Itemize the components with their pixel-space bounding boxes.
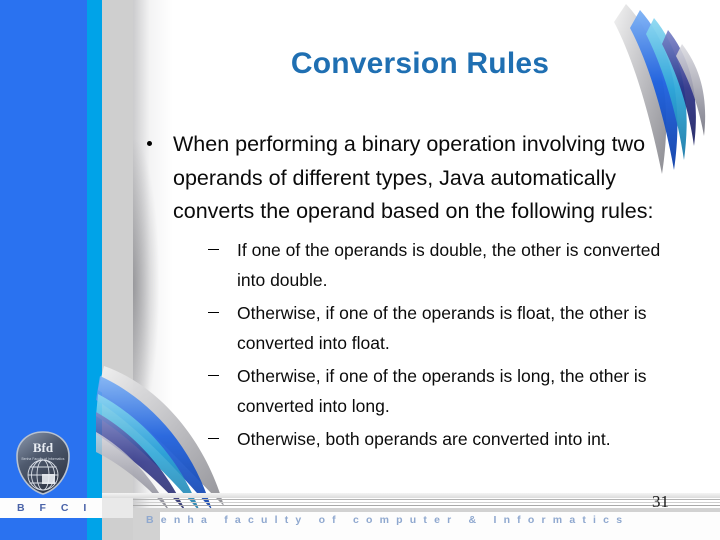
bullet-dot-icon [147, 141, 152, 146]
bullet-dash-icon [208, 437, 219, 440]
bullet-dash-icon [208, 248, 219, 251]
bullet-dash-icon [208, 374, 219, 377]
logo-caption-bar-tail [102, 498, 133, 518]
sub-bullet-text: Otherwise, if one of the operands is lon… [237, 365, 647, 416]
footer-text: Benha faculty of computer & Informatics [146, 514, 630, 526]
slide-title: Conversion Rules [290, 47, 550, 80]
logo-monogram: Bfd [33, 440, 54, 455]
sub-bullet-item: Otherwise, both operands are converted i… [205, 424, 673, 454]
slide-body: When performing a binary operation invol… [133, 128, 693, 460]
sub-bullet-item: Otherwise, if one of the operands is lon… [205, 361, 673, 421]
slide-canvas: Conversion Rules When performing a binar… [0, 0, 720, 540]
bullet-list-level1: When performing a binary operation invol… [133, 128, 693, 454]
sub-bullet-text: Otherwise, if one of the operands is flo… [237, 302, 647, 353]
sub-bullet-wrapper: If one of the operands is double, the ot… [205, 235, 673, 454]
footer-rule-2 [102, 502, 720, 503]
logo-caption-text: B F C I [17, 502, 93, 514]
bullet-item: When performing a binary operation invol… [133, 128, 673, 454]
footer-rule-3 [102, 505, 720, 506]
bullet-text: When performing a binary operation invol… [173, 132, 654, 223]
bullet-list-level2: If one of the operands is double, the ot… [205, 235, 673, 454]
page-number: 31 [652, 492, 669, 511]
sub-bullet-text: If one of the operands is double, the ot… [237, 239, 661, 290]
bullet-dash-icon [208, 311, 219, 314]
footer-rule-1 [102, 499, 720, 500]
sub-bullet-item: If one of the operands is double, the ot… [205, 235, 673, 295]
sub-bullet-item: Otherwise, if one of the operands is flo… [205, 298, 673, 358]
university-logo-icon: Bfd Benha Faculty of Informatics [16, 431, 70, 495]
footer-rule-thick [102, 493, 720, 498]
sub-bullet-text: Otherwise, both operands are converted i… [237, 428, 611, 449]
